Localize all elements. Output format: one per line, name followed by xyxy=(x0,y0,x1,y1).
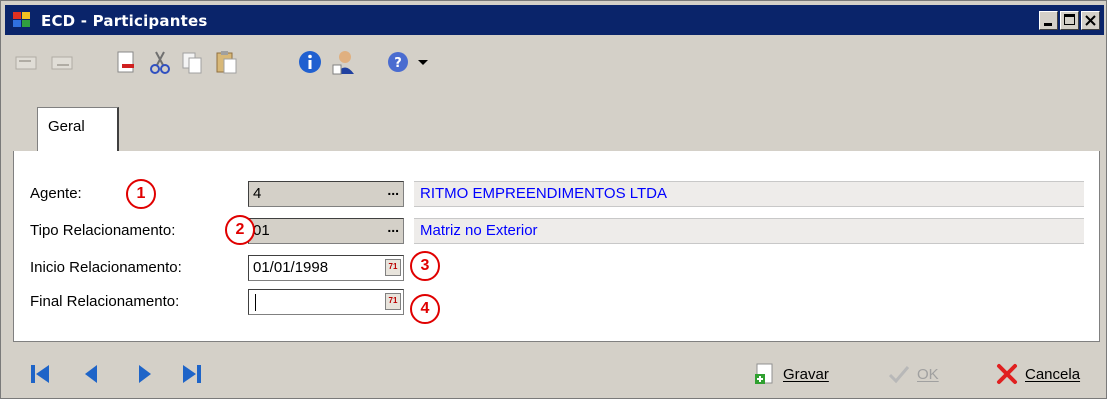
user-icon[interactable] xyxy=(331,49,357,75)
marker-3: 3 xyxy=(410,251,440,281)
bottom-bar: Gravar OK Cancela xyxy=(5,349,1104,397)
new-document-icon[interactable] xyxy=(113,49,139,75)
svg-text:?: ? xyxy=(394,56,402,71)
tipo-description: Matriz no Exterior xyxy=(414,218,1084,244)
final-calendar-icon[interactable]: 71 xyxy=(385,293,401,310)
participantes-window: ECD - Participantes ? Geral Agente: 1 4 … xyxy=(0,0,1107,399)
help-icon[interactable]: ? xyxy=(385,49,411,75)
agente-code-field[interactable]: 4 ... xyxy=(248,181,404,207)
tab-geral[interactable]: Geral xyxy=(37,107,119,151)
text-cursor xyxy=(255,294,256,311)
agente-lookup-button[interactable]: ... xyxy=(387,182,399,198)
tab-geral-label: Geral xyxy=(48,118,85,135)
maximize-button[interactable] xyxy=(1060,11,1079,30)
ok-button[interactable]: OK xyxy=(887,359,939,389)
marker-4: 4 xyxy=(410,294,440,324)
window-title: ECD - Participantes xyxy=(41,12,208,30)
save-icon xyxy=(755,363,773,384)
cancel-label: Cancela xyxy=(1025,365,1081,383)
cut-icon[interactable] xyxy=(147,49,173,75)
cancel-icon xyxy=(997,364,1017,384)
toolbar: ? xyxy=(5,35,1104,91)
minimize-button[interactable] xyxy=(1039,11,1058,30)
copy-icon[interactable] xyxy=(179,49,205,75)
info-icon[interactable] xyxy=(297,49,323,75)
undo-icon[interactable] xyxy=(13,49,39,75)
dropdown-arrow-icon[interactable] xyxy=(415,49,431,75)
close-button[interactable] xyxy=(1081,11,1100,30)
agente-code-value: 4 xyxy=(253,185,262,202)
save-button[interactable]: Gravar xyxy=(753,359,829,389)
redo-icon[interactable] xyxy=(49,49,75,75)
inicio-date-field[interactable]: 01/01/1998 71 xyxy=(248,255,404,281)
tipo-code-field[interactable]: 01 ... xyxy=(248,218,404,244)
marker-1: 1 xyxy=(126,179,156,209)
form-panel: Agente: 1 4 ... RITMO EMPREENDIMENTOS LT… xyxy=(13,151,1100,342)
tipo-label: Tipo Relacionamento: xyxy=(30,222,176,239)
first-record-icon[interactable] xyxy=(29,363,51,385)
inicio-label: Inicio Relacionamento: xyxy=(30,259,182,276)
previous-record-icon[interactable] xyxy=(81,363,103,385)
tipo-code-value: 01 xyxy=(253,222,270,239)
marker-2: 2 xyxy=(225,215,255,245)
inicio-calendar-icon[interactable]: 71 xyxy=(385,259,401,276)
tipo-lookup-button[interactable]: ... xyxy=(387,219,399,235)
cancel-button[interactable]: Cancela xyxy=(995,359,1080,389)
app-icon xyxy=(13,12,31,28)
agente-label: Agente: xyxy=(30,185,82,202)
last-record-icon[interactable] xyxy=(181,363,203,385)
title-bar[interactable]: ECD - Participantes xyxy=(5,5,1104,35)
agente-description: RITMO EMPREENDIMENTOS LTDA xyxy=(414,181,1084,207)
save-label: Gravar xyxy=(783,365,829,383)
next-record-icon[interactable] xyxy=(133,363,155,385)
final-label: Final Relacionamento: xyxy=(30,293,180,310)
tab-strip: Geral xyxy=(13,99,1100,152)
check-icon xyxy=(888,366,910,384)
ok-label: OK xyxy=(917,365,939,383)
final-date-field[interactable]: 71 xyxy=(248,289,404,315)
paste-icon[interactable] xyxy=(213,49,239,75)
inicio-date-value: 01/01/1998 xyxy=(253,259,329,276)
